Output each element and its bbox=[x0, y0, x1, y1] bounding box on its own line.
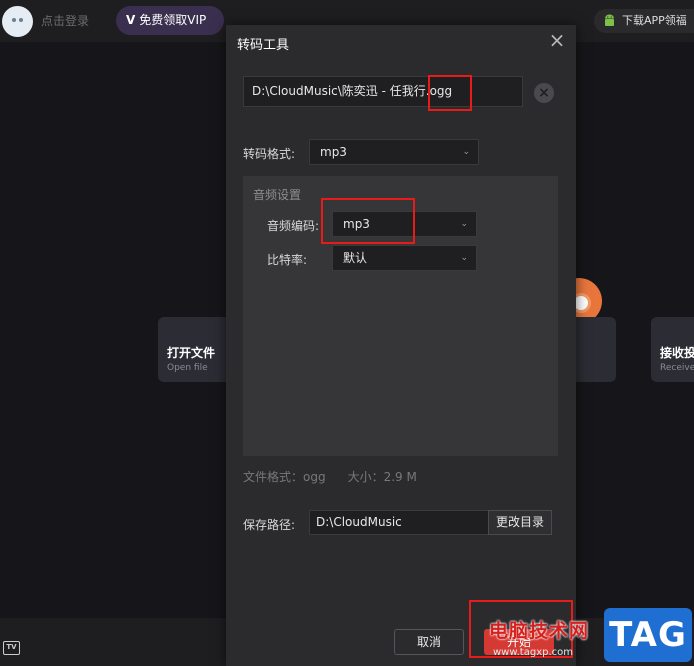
close-icon[interactable]: × bbox=[546, 30, 568, 52]
download-app-label: 下载APP领福 bbox=[622, 14, 687, 27]
vip-icon: V bbox=[126, 13, 136, 27]
bitrate-label: 比特率: bbox=[267, 253, 308, 267]
avatar-eye-icon bbox=[12, 18, 16, 22]
transcode-dialog: 转码工具 × D:\CloudMusic\陈奕迅 - 任我行.ogg × 转码格… bbox=[226, 25, 576, 666]
chevron-down-icon: ⌄ bbox=[460, 219, 468, 229]
watermark-site-name: 电脑技术网 bbox=[489, 620, 590, 642]
android-icon bbox=[605, 14, 614, 26]
file-path-field[interactable]: D:\CloudMusic\陈奕迅 - 任我行.ogg bbox=[243, 76, 523, 107]
codec-label: 音频编码: bbox=[267, 219, 320, 233]
open-file-subtitle: Open file bbox=[167, 363, 208, 373]
file-format-text: 文件格式：ogg bbox=[243, 470, 326, 484]
file-size-text: 大小：2.9 M bbox=[347, 470, 417, 484]
format-select[interactable]: mp3 ⌄ bbox=[309, 139, 479, 165]
codec-value: mp3 bbox=[343, 217, 370, 231]
bitrate-select[interactable]: 默认 ⌄ bbox=[332, 245, 477, 271]
dialog-title: 转码工具 bbox=[237, 38, 290, 53]
watermark-tag-logo: TAG bbox=[604, 608, 692, 662]
change-directory-button[interactable]: 更改目录 bbox=[488, 510, 552, 535]
receive-subtitle: Receive bbox=[660, 363, 694, 373]
clear-file-icon[interactable]: × bbox=[534, 83, 554, 103]
tv-icon[interactable]: TV bbox=[3, 641, 20, 655]
bitrate-value: 默认 bbox=[343, 251, 368, 265]
chevron-down-icon: ⌄ bbox=[460, 253, 468, 263]
download-app-button[interactable]: 下载APP领福 bbox=[594, 9, 694, 33]
audio-settings-panel: 音频设置 音频编码: mp3 ⌄ 比特率: 默认 ⌄ bbox=[243, 176, 558, 456]
codec-select[interactable]: mp3 ⌄ bbox=[332, 211, 477, 237]
file-info: 文件格式：ogg 大小：2.9 M bbox=[243, 468, 417, 485]
format-value: mp3 bbox=[320, 145, 347, 159]
login-link[interactable]: 点击登录 bbox=[41, 12, 89, 29]
vip-button[interactable]: V 免费领取VIP bbox=[116, 6, 224, 35]
save-path-label: 保存路径: bbox=[243, 518, 296, 532]
avatar[interactable] bbox=[2, 6, 33, 37]
receive-card[interactable]: 接收投 Receive bbox=[651, 317, 694, 382]
audio-settings-title: 音频设置 bbox=[253, 188, 302, 202]
avatar-eye-icon bbox=[19, 18, 23, 22]
vip-label: 免费领取VIP bbox=[139, 13, 207, 27]
format-label: 转码格式: bbox=[243, 147, 296, 161]
receive-title: 接收投 bbox=[660, 346, 694, 360]
save-path-field[interactable]: D:\CloudMusic bbox=[309, 510, 489, 535]
cancel-button[interactable]: 取消 bbox=[394, 629, 464, 655]
chevron-down-icon: ⌄ bbox=[462, 147, 470, 157]
open-file-title: 打开文件 bbox=[167, 346, 216, 360]
watermark-url: www.tagxp.com bbox=[493, 647, 573, 658]
